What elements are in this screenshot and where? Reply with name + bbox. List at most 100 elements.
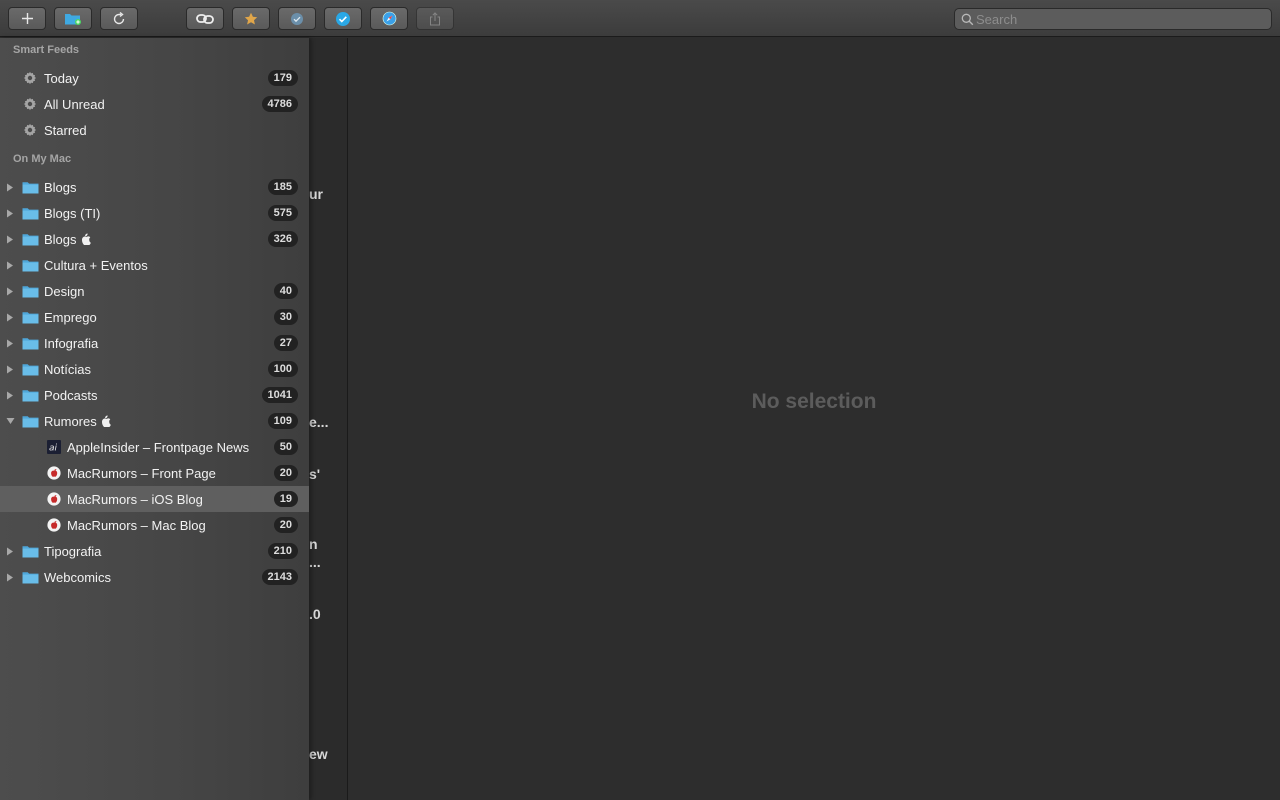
apple-logo-icon xyxy=(101,415,111,427)
section-header-smart-feeds: Smart Feeds xyxy=(13,44,80,56)
search-icon xyxy=(961,13,974,25)
section-header-on-my-mac: On My Mac xyxy=(13,153,72,165)
disclosure-triangle-right-icon[interactable] xyxy=(5,364,15,374)
mark-all-read-button[interactable] xyxy=(186,7,224,30)
disclosure-triangle-right-icon[interactable] xyxy=(5,390,15,400)
disclosure-triangle-right-icon[interactable] xyxy=(5,260,15,270)
sidebar-item-label: Notícias xyxy=(44,361,91,377)
article-title-fragment[interactable]: ew xyxy=(309,746,328,762)
sidebar-item-label: MacRumors – iOS Blog xyxy=(67,491,203,507)
unread-count-badge: 20 xyxy=(273,517,298,533)
unread-count-badge: 20 xyxy=(273,465,298,481)
sidebar-feed-macrumors-front-page[interactable]: MacRumors – Front Page 20 xyxy=(0,460,309,486)
sidebar-item-label: Webcomics xyxy=(44,569,111,585)
sidebar-item-today[interactable]: Today 179 xyxy=(0,65,309,91)
sidebar-folder-blogs-ti-[interactable]: Blogs (TI) 575 xyxy=(0,200,309,226)
open-in-browser-button[interactable] xyxy=(370,7,408,30)
folder-icon xyxy=(21,362,39,376)
disclosure-triangle-right-icon[interactable] xyxy=(5,338,15,348)
disclosure-triangle-right-icon[interactable] xyxy=(5,208,15,218)
disclosure-triangle-right-icon[interactable] xyxy=(5,572,15,582)
check-circle-icon xyxy=(291,12,303,25)
search-field[interactable] xyxy=(954,8,1272,30)
sidebar-item-label: Blogs xyxy=(44,179,77,195)
macrumors-favicon-icon xyxy=(45,492,63,506)
disclosure-triangle-right-icon[interactable] xyxy=(5,312,15,322)
next-unread-button[interactable] xyxy=(324,7,362,30)
folder-icon xyxy=(21,388,39,402)
unread-count-badge: 109 xyxy=(267,413,298,429)
unread-count-badge: 210 xyxy=(267,543,298,559)
sidebar-item-label: Emprego xyxy=(44,309,97,325)
sidebar-feed-appleinsider-frontpage-news[interactable]: ai AppleInsider – Frontpage News 50 xyxy=(0,434,309,460)
article-title-fragment[interactable]: ... xyxy=(309,554,321,570)
gear-icon xyxy=(22,122,38,138)
sidebar-folder-infografia[interactable]: Infografia 27 xyxy=(0,330,309,356)
article-title-fragment[interactable]: s' xyxy=(309,466,320,482)
mark-read-button[interactable] xyxy=(278,7,316,30)
sidebar-folder-webcomics[interactable]: Webcomics 2143 xyxy=(0,564,309,590)
article-title-fragment[interactable]: n xyxy=(309,536,318,552)
unread-count-badge: 326 xyxy=(267,231,298,247)
sidebar-folder-design[interactable]: Design 40 xyxy=(0,278,309,304)
macrumors-favicon-icon xyxy=(45,518,63,532)
unread-count-badge: 40 xyxy=(273,283,298,299)
sidebar-item-label: Rumores xyxy=(44,414,111,429)
new-folder-button[interactable] xyxy=(54,7,92,30)
share-icon xyxy=(430,11,440,25)
safari-compass-icon xyxy=(382,11,396,26)
sidebar-folder-cultura-eventos[interactable]: Cultura + Eventos xyxy=(0,252,309,278)
empty-state-message: No selection xyxy=(751,390,877,413)
unread-count-badge: 27 xyxy=(273,335,298,351)
folder-icon xyxy=(21,206,39,220)
sidebar-folder-blogs-apple[interactable]: Blogs 326 xyxy=(0,226,309,252)
sidebar-feed-macrumors-ios-blog[interactable]: MacRumors – iOS Blog 19 xyxy=(0,486,309,512)
macrumors-favicon-icon xyxy=(45,466,63,480)
folder-icon xyxy=(21,310,39,324)
disclosure-triangle-right-icon[interactable] xyxy=(5,234,15,244)
share-button[interactable] xyxy=(416,7,454,30)
article-title-fragment[interactable]: ur xyxy=(309,186,323,202)
sidebar-item-starred[interactable]: Starred xyxy=(0,117,309,143)
sidebar-feed-macrumors-mac-blog[interactable]: MacRumors – Mac Blog 20 xyxy=(0,512,309,538)
unread-count-badge: 19 xyxy=(273,491,298,507)
article-title-fragment[interactable]: e... xyxy=(309,414,328,430)
refresh-icon xyxy=(113,11,125,24)
unread-count-badge: 2143 xyxy=(261,569,298,585)
sidebar-folder-blogs[interactable]: Blogs 185 xyxy=(0,174,309,200)
sidebar-folder-tipografia[interactable]: Tipografia 210 xyxy=(0,538,309,564)
add-button[interactable] xyxy=(8,7,46,30)
folder-icon xyxy=(21,258,39,272)
refresh-button[interactable] xyxy=(100,7,138,30)
sidebar-item-label: MacRumors – Mac Blog xyxy=(67,517,206,533)
search-input[interactable] xyxy=(974,11,1256,27)
sidebar-folder-rumores-apple[interactable]: Rumores 109 xyxy=(0,408,309,434)
sidebar-folder-not-cias[interactable]: Notícias 100 xyxy=(0,356,309,382)
appleinsider-favicon-icon: ai xyxy=(45,440,63,454)
unread-count-badge: 100 xyxy=(267,361,298,377)
disclosure-triangle-right-icon[interactable] xyxy=(5,182,15,192)
folder-icon xyxy=(21,336,39,350)
disclosure-triangle-down-icon[interactable] xyxy=(5,416,15,426)
sidebar-folder-emprego[interactable]: Emprego 30 xyxy=(0,304,309,330)
disclosure-triangle-right-icon[interactable] xyxy=(5,286,15,296)
star-button[interactable] xyxy=(232,7,270,30)
sidebar-folder-podcasts[interactable]: Podcasts 1041 xyxy=(0,382,309,408)
sidebar-item-label: Starred xyxy=(44,122,87,138)
disclosure-triangle-right-icon[interactable] xyxy=(5,546,15,556)
star-icon xyxy=(244,12,258,24)
toolbar xyxy=(0,0,1280,37)
link-icon xyxy=(196,13,214,24)
unread-count-badge: 50 xyxy=(273,439,298,455)
article-title-fragment[interactable]: .0 xyxy=(309,606,321,622)
sidebar-item-label: Tipografia xyxy=(44,543,102,559)
svg-text:ai: ai xyxy=(49,444,58,454)
unread-count-badge: 179 xyxy=(267,70,298,86)
check-badge-icon xyxy=(336,11,350,26)
sidebar-item-label: All Unread xyxy=(44,96,105,112)
sidebar: Smart Feeds Today 179 All Unread 4786 St… xyxy=(0,38,309,800)
folder-icon xyxy=(21,570,39,584)
article-list[interactable]: ur e... s' n ... .0 ew xyxy=(309,38,347,800)
sidebar-item-label: Design xyxy=(44,283,85,299)
sidebar-item-all-unread[interactable]: All Unread 4786 xyxy=(0,91,309,117)
